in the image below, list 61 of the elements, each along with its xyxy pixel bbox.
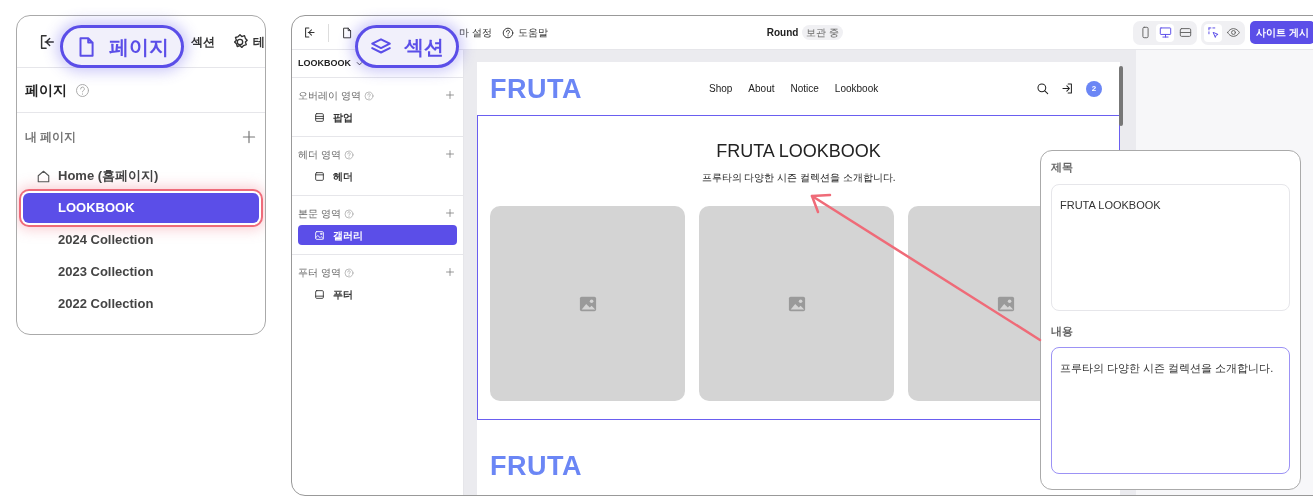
toolbar-tab[interactable]: 테 — [253, 32, 265, 51]
section-item[interactable]: 팝업 — [298, 107, 457, 128]
page-item[interactable]: Home (홈페이지) — [23, 161, 259, 191]
select-icon — [1206, 26, 1220, 40]
login-icon[interactable] — [1061, 82, 1074, 96]
tool-button[interactable] — [1204, 23, 1223, 42]
eye-icon — [1226, 26, 1240, 40]
help-icon[interactable] — [501, 26, 514, 39]
exit-icon[interactable] — [303, 26, 316, 40]
nav-link[interactable]: Shop — [709, 81, 733, 97]
settings-icon[interactable] — [231, 32, 249, 51]
toolbar-tab[interactable]: 마 설정 — [459, 25, 492, 41]
exit-icon[interactable] — [38, 32, 56, 51]
nav-link[interactable]: Lookbook — [834, 81, 879, 97]
image-icon — [314, 229, 325, 241]
search-icon[interactable] — [1036, 82, 1049, 96]
plus-icon[interactable] — [445, 267, 455, 278]
page-item[interactable]: 2022 Collection — [23, 289, 259, 319]
toolbar-tab[interactable]: 도움말 — [517, 25, 548, 41]
section-title: FRUTA LOOKBOOK — [716, 140, 881, 163]
panel-title: 페이지 — [25, 80, 67, 100]
footer-icon — [314, 288, 325, 300]
status-tag: 보관 중 — [802, 25, 844, 41]
desktop-icon — [1158, 26, 1172, 40]
area-label: 본문 영역 — [298, 206, 341, 221]
field-label: 내용 — [1051, 323, 1074, 339]
callout: 페이지 — [60, 25, 184, 68]
tablet-icon — [1178, 26, 1192, 40]
site-name: Round — [766, 26, 799, 41]
image-icon — [996, 294, 1015, 313]
page-item[interactable]: 2023 Collection — [23, 257, 259, 287]
plus-icon[interactable] — [445, 208, 455, 219]
field-label: 제목 — [1051, 160, 1074, 175]
section-item[interactable]: 헤더 — [298, 166, 457, 187]
area-label: 푸터 영역 — [298, 265, 341, 280]
plus-icon[interactable] — [241, 129, 257, 145]
page-item[interactable]: 2024 Collection — [23, 225, 259, 255]
publish-button[interactable]: 사이트 게시 — [1250, 21, 1313, 45]
callout: 섹션 — [355, 25, 459, 68]
text-area[interactable]: FRUTA LOOKBOOK — [1051, 183, 1290, 311]
popup-icon — [314, 111, 325, 123]
area-label: 헤더 영역 — [298, 147, 341, 162]
view-mode-button[interactable] — [1156, 23, 1175, 42]
image-icon — [787, 294, 806, 313]
plus-icon[interactable] — [445, 90, 455, 101]
nav-link[interactable]: About — [748, 81, 775, 97]
nav-link[interactable]: Notice — [790, 81, 819, 97]
group-label: 내 페이지 — [25, 129, 77, 146]
toolbar-tab[interactable]: 섹션 — [191, 32, 215, 51]
section-subtitle: 프루타의 다양한 시즌 컬렉션을 소개합니다. — [701, 171, 896, 186]
header-icon — [314, 170, 325, 182]
image-icon — [578, 294, 597, 313]
area-label: 오버레이 영역 — [298, 88, 361, 103]
section-item[interactable]: 푸터 — [298, 284, 457, 305]
section-item[interactable]: 갤러리 — [298, 225, 457, 246]
plus-icon[interactable] — [445, 149, 455, 160]
page-select[interactable]: LOOKBOOK — [298, 57, 351, 71]
text-area[interactable]: 프루타의 다양한 시즌 컬렉션을 소개합니다. — [1051, 347, 1290, 474]
scrollbar[interactable] — [1119, 66, 1123, 127]
file-icon[interactable] — [341, 26, 353, 39]
home-icon — [36, 168, 51, 184]
